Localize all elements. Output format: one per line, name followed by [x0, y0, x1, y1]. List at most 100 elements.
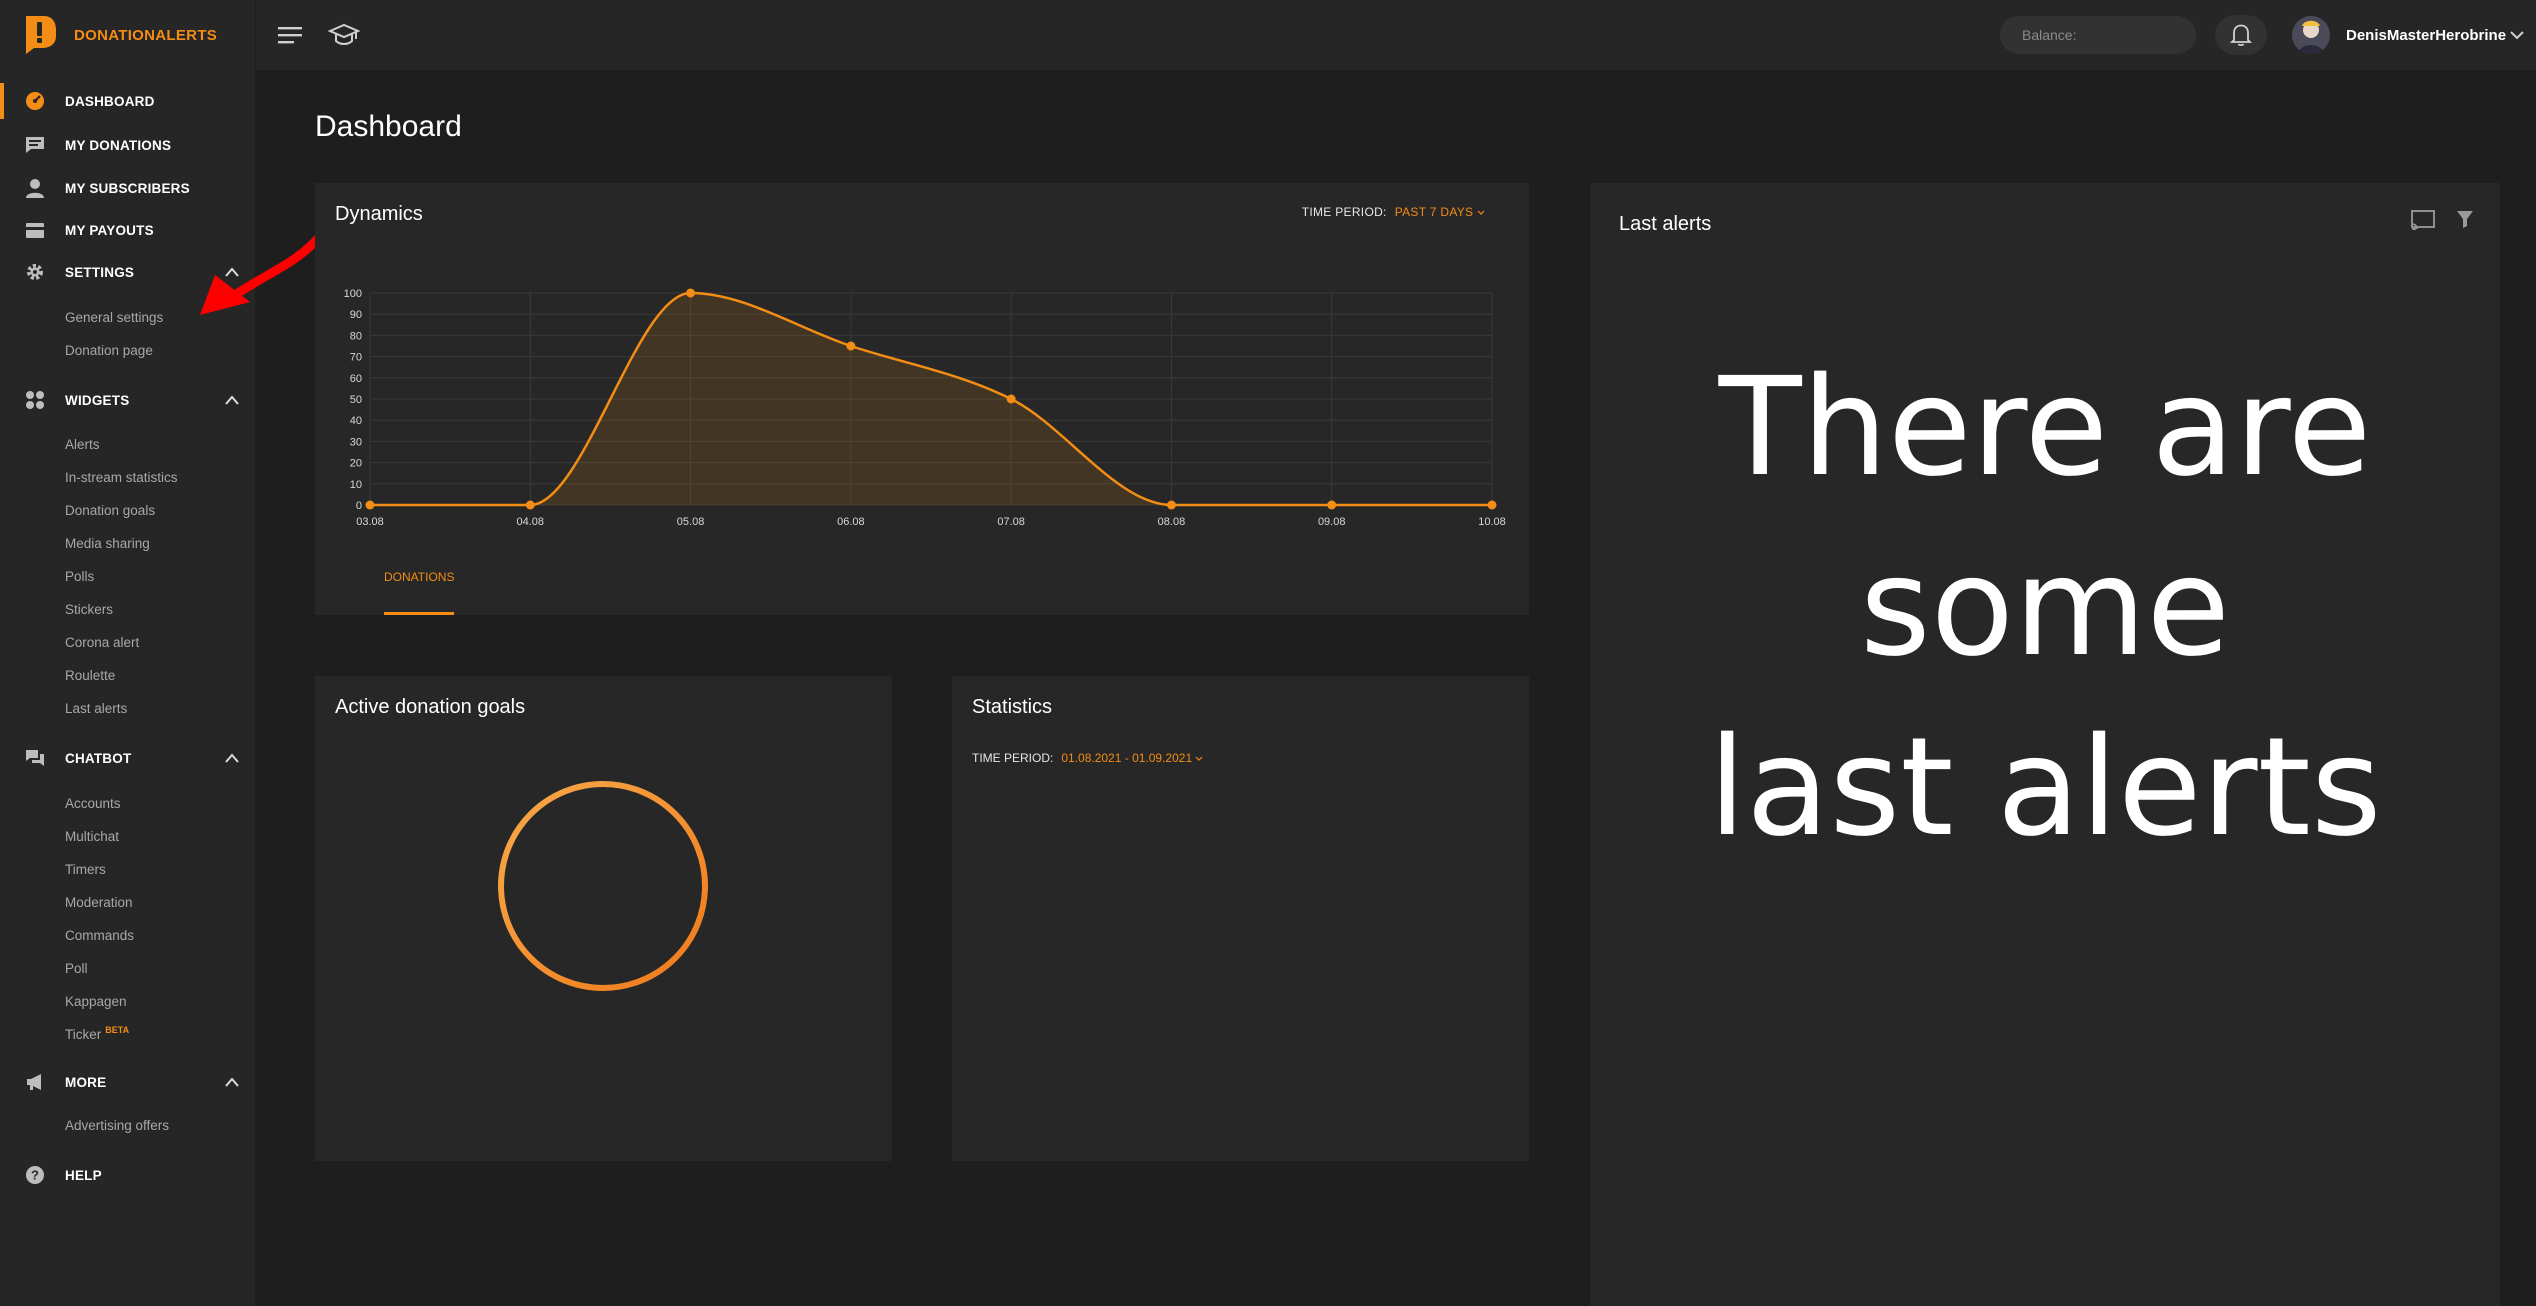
nav-sub-donation-goals[interactable]: Donation goals: [65, 503, 155, 518]
brand-name: DONATIONALERTS: [74, 26, 218, 44]
y-tick-label: 90: [350, 309, 362, 321]
nav-sub-general-settings[interactable]: General settings: [65, 310, 163, 325]
statistics-title: Statistics: [972, 696, 1053, 718]
nav-label: MY DONATIONS: [65, 137, 172, 153]
chevron-up-icon[interactable]: [224, 1075, 240, 1089]
y-tick-label: 100: [344, 288, 362, 300]
chart-point[interactable]: [846, 341, 856, 351]
x-tick-label: 08.08: [1158, 516, 1186, 528]
nav-chatbot[interactable]: CHATBOT: [0, 740, 255, 776]
loading-spinner-icon: [498, 781, 708, 991]
nav-more[interactable]: MORE: [0, 1064, 255, 1100]
x-tick-label: 05.08: [677, 516, 705, 528]
avatar[interactable]: [2292, 16, 2330, 54]
widgets-icon: [26, 391, 44, 409]
graduation-cap-icon[interactable]: [328, 22, 360, 48]
x-tick-label: 04.08: [517, 516, 545, 528]
bell-icon: [2230, 24, 2252, 47]
x-tick-label: 06.08: [837, 516, 865, 528]
y-tick-label: 70: [350, 352, 362, 364]
nav-sub-ticker[interactable]: Ticker BETA: [65, 1025, 129, 1042]
cast-icon[interactable]: [2410, 209, 2436, 231]
chevron-down-icon[interactable]: [2509, 29, 2525, 41]
notifications-button[interactable]: [2215, 15, 2267, 55]
alerts-message-line: some: [1859, 529, 2231, 687]
app-root: DONATIONALERTS DASHBOARD MY DONATIONS MY…: [0, 0, 2536, 1306]
chart-point[interactable]: [1327, 500, 1337, 510]
username[interactable]: DenisMasterHerobrine: [2346, 27, 2506, 44]
statistics-time-period: TIME PERIOD: 01.08.2021 - 01.09.2021: [972, 751, 1203, 765]
nav-help[interactable]: ? HELP: [0, 1157, 255, 1193]
gear-icon: [27, 264, 43, 280]
time-period-value: 01.08.2021 - 01.09.2021: [1061, 751, 1193, 765]
nav-label: WIDGETS: [65, 392, 130, 408]
y-tick-label: 50: [350, 394, 362, 406]
nav-sub-multichat[interactable]: Multichat: [65, 829, 119, 844]
x-tick-label: 07.08: [997, 516, 1025, 528]
wallet-icon: [26, 223, 44, 238]
chart-point[interactable]: [525, 500, 535, 510]
nav-my-donations[interactable]: MY DONATIONS: [0, 127, 255, 163]
chart-x-ticks: 03.08 04.08 05.08 06.08 07.08 08.08 09.08 10.08: [356, 516, 1506, 528]
megaphone-icon: [27, 1074, 41, 1090]
sidebar: DONATIONALERTS DASHBOARD MY DONATIONS MY…: [0, 0, 345, 1306]
nav-sub-kappagen[interactable]: Kappagen: [65, 994, 127, 1009]
nav-sub-timers[interactable]: Timers: [65, 862, 106, 877]
y-tick-label: 10: [350, 479, 362, 491]
brand-logo[interactable]: DONATIONALERTS: [22, 12, 217, 58]
nav-sub-polls[interactable]: Polls: [65, 569, 94, 584]
y-tick-label: 0: [356, 500, 362, 512]
hamburger-menu-icon[interactable]: [278, 24, 304, 46]
last-alerts-title: Last alerts: [1619, 213, 1712, 235]
nav-dashboard[interactable]: DASHBOARD: [0, 83, 255, 119]
nav-sub-in-stream-statistics[interactable]: In-stream statistics: [65, 470, 178, 485]
nav-widgets[interactable]: WIDGETS: [0, 382, 255, 418]
nav-label: MORE: [65, 1074, 107, 1090]
balance-field[interactable]: Balance:: [2000, 16, 2196, 54]
nav-label: HELP: [65, 1167, 102, 1183]
filter-icon[interactable]: [2456, 209, 2474, 229]
x-tick-label: 09.08: [1318, 516, 1346, 528]
svg-text:?: ?: [31, 1168, 39, 1183]
nav-sub-roulette[interactable]: Roulette: [65, 668, 115, 683]
alerts-message: There are some last alerts: [1590, 338, 2500, 878]
chevron-down-icon: [1196, 756, 1203, 761]
y-tick-label: 30: [350, 436, 362, 448]
nav-sub-commands[interactable]: Commands: [65, 928, 134, 943]
nav-sub-moderation[interactable]: Moderation: [65, 895, 133, 910]
tab-active-indicator: [384, 612, 454, 615]
chart-point[interactable]: [686, 288, 696, 298]
nav-sub-advertising-offers[interactable]: Advertising offers: [65, 1118, 169, 1133]
donation-goals-card: Active donation goals: [315, 676, 892, 1161]
y-tick-label: 40: [350, 415, 362, 427]
nav-sub-stickers[interactable]: Stickers: [65, 602, 113, 617]
x-tick-label: 03.08: [356, 516, 384, 528]
chart-point[interactable]: [365, 500, 375, 510]
chatbot-icon: [26, 750, 44, 766]
statistics-period-dropdown[interactable]: 01.08.2021 - 01.09.2021: [1061, 751, 1203, 765]
chart-point[interactable]: [1006, 394, 1016, 404]
dashboard-icon: [26, 92, 44, 110]
nav-label: SETTINGS: [65, 264, 135, 280]
chart-point[interactable]: [1487, 500, 1497, 510]
nav-sub-poll[interactable]: Poll: [65, 961, 88, 976]
chevron-up-icon[interactable]: [224, 751, 240, 765]
y-tick-label: 60: [350, 373, 362, 385]
tab-donations[interactable]: DONATIONS: [384, 570, 454, 584]
page-title: Dashboard: [315, 110, 462, 143]
chat-icon: [26, 137, 44, 153]
dynamics-line-chart: 0 10 20 30 40 50 60 70 80 90 100 03.08 04.08 05.08 06…: [344, 288, 1506, 528]
alerts-message-line: last alerts: [1708, 709, 2382, 867]
nav-label: DASHBOARD: [65, 93, 155, 109]
nav-sub-accounts[interactable]: Accounts: [65, 796, 121, 811]
chevron-up-icon[interactable]: [224, 393, 240, 407]
nav-sub-donation-page[interactable]: Donation page: [65, 343, 153, 358]
chart-point[interactable]: [1166, 500, 1176, 510]
nav-sub-corona-alert[interactable]: Corona alert: [65, 635, 139, 650]
nav-sub-alerts[interactable]: Alerts: [65, 437, 100, 452]
last-alerts-card: Last alerts There are some last alerts: [1590, 183, 2500, 1306]
chart-y-ticks: 0 10 20 30 40 50 60 70 80 90 100: [344, 288, 362, 512]
goals-title: Active donation goals: [335, 696, 526, 718]
nav-sub-last-alerts[interactable]: Last alerts: [65, 701, 127, 716]
nav-sub-media-sharing[interactable]: Media sharing: [65, 536, 150, 551]
